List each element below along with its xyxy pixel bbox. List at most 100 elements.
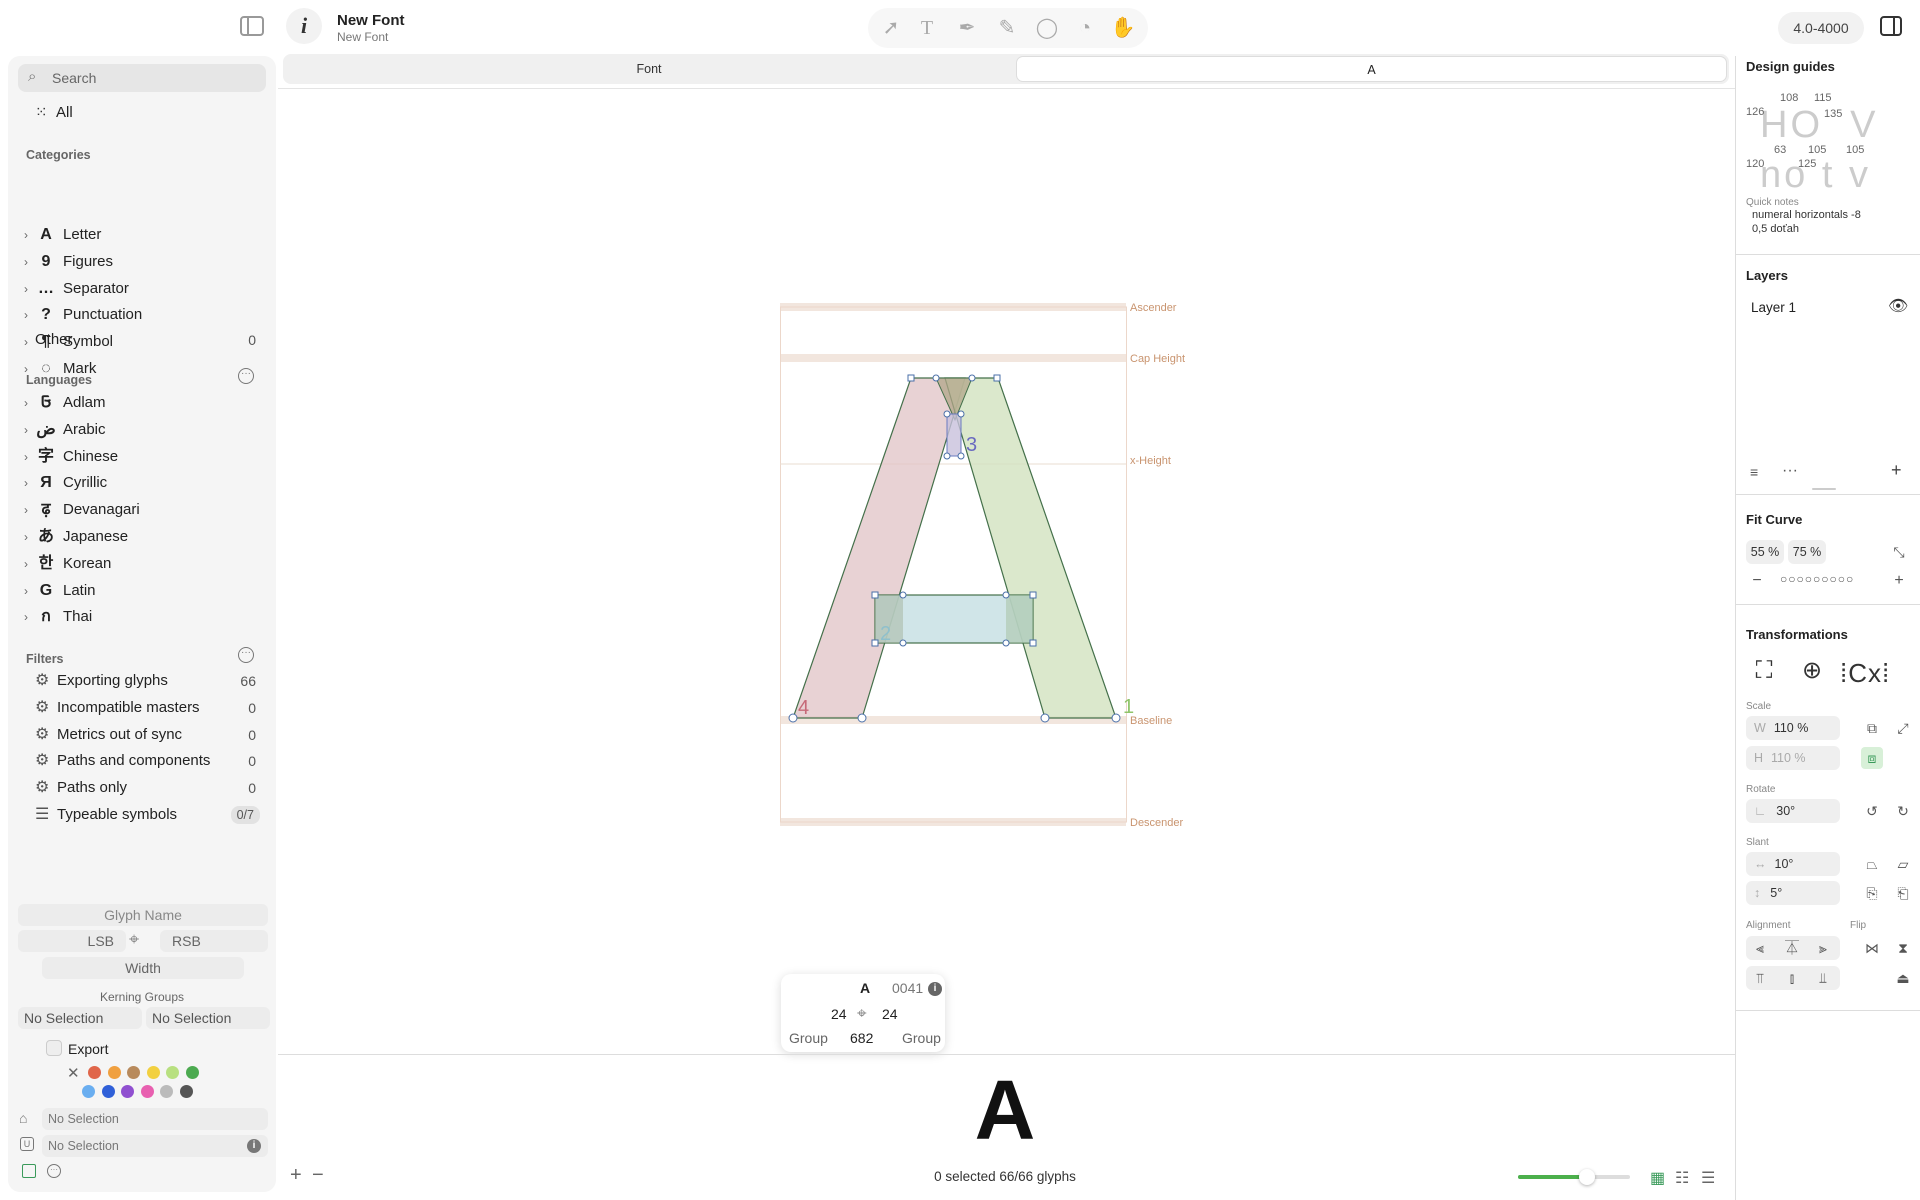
sidebar-item-japanese[interactable]: › あ Japanese [8, 524, 276, 550]
color-swatch[interactable] [179, 1085, 193, 1098]
glyph-info-icon[interactable]: i [928, 982, 942, 996]
text-tool-icon[interactable]: T [912, 14, 942, 42]
scale-up-icon[interactable]: ⤢ [1892, 717, 1914, 739]
sidebar-item-arabic[interactable]: › ض Arabic [8, 417, 276, 443]
list-view-icon[interactable]: ☰ [1701, 1168, 1715, 1188]
select-tool-icon[interactable]: ➚ [876, 14, 906, 42]
sidebar-item-separator[interactable]: › … Separator [8, 276, 276, 302]
shape-tool-icon[interactable]: ◯ [1032, 14, 1062, 42]
slant-down-icon[interactable]: ⎗ [1892, 882, 1914, 904]
flip-baseline-icon[interactable]: ⏏ [1892, 967, 1914, 989]
chevron-right-icon[interactable]: › [24, 302, 28, 328]
transform-origin-icon[interactable]: ⛶ [1749, 656, 1779, 686]
sidebar-item-symbol[interactable]: › ¶ Symbol [8, 329, 276, 355]
align-top-icon[interactable]: ⫪ [1749, 967, 1771, 989]
filter-item[interactable]: ⚙ Metrics out of sync 0 [8, 722, 276, 748]
kerning-left-field[interactable]: No Selection [18, 1007, 142, 1029]
hand-tool-icon[interactable]: ✋ [1108, 14, 1138, 42]
sidebar-item-korean[interactable]: › 한 Korean [8, 551, 276, 577]
sidebar-toggle-icon[interactable] [240, 16, 264, 36]
sidebar-item-letter[interactable]: › A Letter [8, 222, 276, 248]
unicode-field[interactable]: No Selection [42, 1135, 268, 1157]
filter-item[interactable]: ⚙ Paths only 0 [8, 775, 276, 801]
clear-color-icon[interactable]: ✕ [67, 1064, 80, 1082]
chevron-right-icon[interactable]: › [24, 524, 28, 550]
chevron-right-icon[interactable]: › [24, 417, 28, 443]
chevron-right-icon[interactable]: › [24, 578, 28, 604]
sidebar-item-cyrillic[interactable]: › Я Cyrillic [8, 470, 276, 496]
filter-item[interactable]: ⚙ Incompatible masters 0 [8, 695, 276, 721]
fit-curve-steps[interactable]: ○○○○○○○○○ [1780, 572, 1854, 586]
right-stem-shape[interactable] [944, 377, 1117, 719]
chevron-right-icon[interactable]: › [24, 497, 28, 523]
grid-view-icon[interactable]: ▦ [1650, 1168, 1665, 1188]
counter-component[interactable] [946, 413, 962, 457]
flip-horizontal-icon[interactable]: ⋈ [1861, 937, 1883, 959]
glyph-right-group[interactable]: Group [902, 1030, 941, 1046]
sidebar-item-punctuation[interactable]: ›? Punctuation [8, 302, 276, 328]
chevron-right-icon[interactable]: › [24, 222, 28, 248]
tab-glyph-a[interactable]: A [1016, 56, 1727, 82]
export-checkbox[interactable] [46, 1040, 62, 1056]
color-swatch[interactable] [82, 1085, 95, 1098]
scale-proportional-toggle[interactable]: ⧈ [1861, 747, 1883, 769]
transform-center-icon[interactable]: ⊕ [1797, 656, 1827, 686]
left-stem-shape[interactable] [792, 377, 966, 719]
zoom-slider[interactable] [1518, 1169, 1630, 1185]
align-right-icon[interactable]: ⫸ [1812, 937, 1834, 959]
align-middle-icon[interactable]: ⫾ [1781, 967, 1803, 989]
filter-item[interactable]: ⚙ Exporting glyphs 66 [8, 668, 276, 694]
measure-tool-icon[interactable]: ◔ [1070, 14, 1100, 42]
slant-v-field[interactable]: ↕ 5° [1746, 881, 1840, 905]
chevron-right-icon[interactable]: › [24, 444, 28, 470]
kerning-right-field[interactable]: No Selection [146, 1007, 270, 1029]
layer-filter-icon[interactable]: ≡ [1750, 464, 1758, 480]
color-swatch[interactable] [160, 1085, 173, 1098]
color-swatch[interactable] [185, 1066, 199, 1079]
sidebar-item-thai[interactable]: › ก Thai [8, 604, 276, 630]
filter-item[interactable]: ⚙ Paths and components 0 [8, 748, 276, 774]
slant-left-icon[interactable]: ⏢ [1861, 853, 1883, 875]
glyph-left-group[interactable]: Group [789, 1030, 828, 1046]
quick-notes-line2[interactable]: 0,5 doťah [1752, 223, 1799, 235]
slant-right-icon[interactable]: ⏥ [1892, 853, 1914, 875]
chevron-right-icon[interactable]: › [24, 604, 28, 630]
chevron-right-icon[interactable]: › [24, 249, 28, 275]
rotate-cw-icon[interactable]: ↻ [1892, 800, 1914, 822]
color-swatch[interactable] [101, 1085, 115, 1098]
unicode-info-icon[interactable]: i [247, 1139, 261, 1153]
chevron-right-icon[interactable]: › [24, 276, 28, 302]
align-bottom-icon[interactable]: ⫫ [1812, 967, 1834, 989]
chevron-right-icon[interactable]: › [24, 356, 28, 382]
color-swatch[interactable] [140, 1085, 154, 1098]
transform-cx-icon[interactable]: ⁞Cx⁞ [1840, 658, 1890, 689]
scale-apply-icon[interactable]: ⧉ [1861, 717, 1883, 739]
layer-name[interactable]: Layer 1 [1751, 300, 1796, 315]
fit-curve-decrease-button[interactable]: − [1746, 570, 1768, 592]
scale-w-field[interactable]: W 110 % [1746, 716, 1840, 740]
pen-tool-icon[interactable]: ✒ [952, 14, 982, 42]
filter-item[interactable]: ☰ Typeable symbols 0/7 [8, 802, 276, 828]
glyph-canvas[interactable]: 3 2 4 1 Ascender Cap Height x-Height Bas… [278, 89, 1735, 1054]
rsb-field[interactable]: RSB [160, 930, 268, 952]
layer-resize-handle[interactable] [1812, 488, 1836, 490]
fit-curve-expand-icon[interactable]: ⤡ [1888, 541, 1910, 563]
chevron-right-icon[interactable]: › [24, 390, 28, 416]
sidebar-item-devanagari[interactable]: › ढ़ Devanagari [8, 497, 276, 523]
color-swatch[interactable] [146, 1066, 160, 1079]
search-field[interactable]: ⌕ Search [18, 64, 266, 92]
metrics-link-icon[interactable]: ⌖ [129, 929, 139, 950]
glyph-name-field[interactable]: Glyph Name [18, 904, 268, 926]
slant-up-icon[interactable]: ⎘ [1861, 882, 1883, 904]
sidebar-item-adlam[interactable]: › 𞤀 Adlam [8, 390, 276, 416]
version-badge[interactable]: 4.0-4000 [1778, 12, 1864, 44]
color-swatch[interactable] [166, 1066, 179, 1079]
glyph-lsb[interactable]: 24 [831, 1006, 847, 1022]
align-center-icon[interactable]: ⏄ [1781, 937, 1803, 959]
flip-vertical-icon[interactable]: ⧗ [1892, 937, 1914, 959]
brush-tool-icon[interactable]: ✎ [992, 14, 1022, 42]
align-left-icon[interactable]: ⫷ [1749, 937, 1771, 959]
remove-glyph-button[interactable]: − [312, 1164, 324, 1187]
layout-toggle-icon[interactable] [22, 1164, 36, 1178]
chevron-right-icon[interactable]: › [24, 470, 28, 496]
